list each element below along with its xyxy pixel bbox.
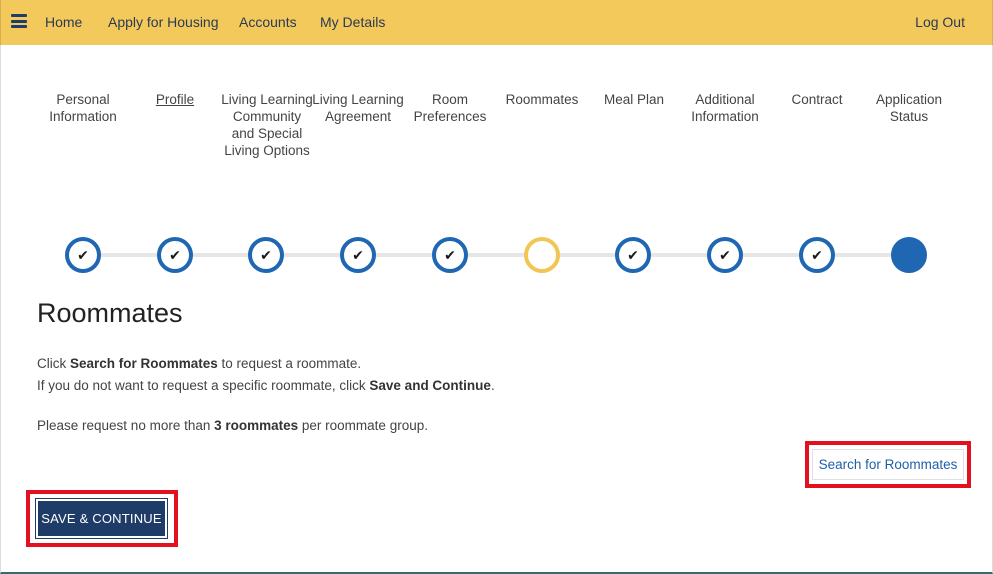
search-for-roommates-button[interactable]: Search for Roommates bbox=[812, 449, 964, 480]
step-label-application-status[interactable]: Application Status bbox=[863, 91, 955, 125]
step-label-living-learning-community[interactable]: Living Learning Community and Special Li… bbox=[221, 91, 313, 159]
roommate-limit-note: Please request no more than 3 roommates … bbox=[37, 418, 428, 433]
checkmark-icon: ✔ bbox=[627, 247, 639, 263]
checkmark-icon: ✔ bbox=[77, 247, 89, 263]
step-circle-application-status[interactable] bbox=[891, 237, 927, 273]
step-circle-meal-plan[interactable]: ✔ bbox=[615, 237, 651, 273]
step-label-contract[interactable]: Contract bbox=[771, 91, 863, 108]
checkmark-icon: ✔ bbox=[352, 247, 364, 263]
step-circle-contract[interactable]: ✔ bbox=[799, 237, 835, 273]
step-label-room-preferences[interactable]: Room Preferences bbox=[404, 91, 496, 125]
checkmark-icon: ✔ bbox=[260, 247, 272, 263]
top-navigation-bar: Home Apply for Housing Accounts My Detai… bbox=[0, 0, 993, 45]
step-label-personal-information[interactable]: Personal Information bbox=[37, 91, 129, 125]
step-circle-profile[interactable]: ✔ bbox=[157, 237, 193, 273]
step-circle-additional-information[interactable]: ✔ bbox=[707, 237, 743, 273]
step-circle-personal-information[interactable]: ✔ bbox=[65, 237, 101, 273]
log-out-link[interactable]: Log Out bbox=[915, 14, 965, 30]
checkmark-icon: ✔ bbox=[444, 247, 456, 263]
save-and-continue-button[interactable]: SAVE & CONTINUE bbox=[35, 498, 168, 539]
step-label-profile[interactable]: Profile bbox=[129, 91, 221, 108]
instruction-line-2: If you do not want to request a specific… bbox=[37, 378, 495, 393]
step-label-meal-plan[interactable]: Meal Plan bbox=[588, 91, 680, 108]
step-label-roommates[interactable]: Roommates bbox=[496, 91, 588, 108]
step-label-living-learning-agreement[interactable]: Living Learning Agreement bbox=[312, 91, 404, 125]
nav-my-details-link[interactable]: My Details bbox=[320, 14, 385, 30]
nav-apply-for-housing-link[interactable]: Apply for Housing bbox=[108, 14, 219, 30]
step-circle-roommates-current[interactable] bbox=[524, 237, 560, 273]
hamburger-menu-icon[interactable] bbox=[11, 14, 27, 28]
checkmark-icon: ✔ bbox=[169, 247, 181, 263]
checkmark-icon: ✔ bbox=[811, 247, 823, 263]
nav-home-link[interactable]: Home bbox=[45, 14, 82, 30]
step-circle-living-learning-agreement[interactable]: ✔ bbox=[340, 237, 376, 273]
nav-accounts-link[interactable]: Accounts bbox=[239, 14, 297, 30]
progress-track bbox=[83, 253, 909, 257]
step-circle-room-preferences[interactable]: ✔ bbox=[432, 237, 468, 273]
page-title: Roommates bbox=[37, 298, 183, 328]
instruction-line-1: Click Search for Roommates to request a … bbox=[37, 356, 362, 371]
checkmark-icon: ✔ bbox=[719, 247, 731, 263]
step-circle-living-learning-community[interactable]: ✔ bbox=[248, 237, 284, 273]
step-label-additional-information[interactable]: Additional Information bbox=[679, 91, 771, 125]
